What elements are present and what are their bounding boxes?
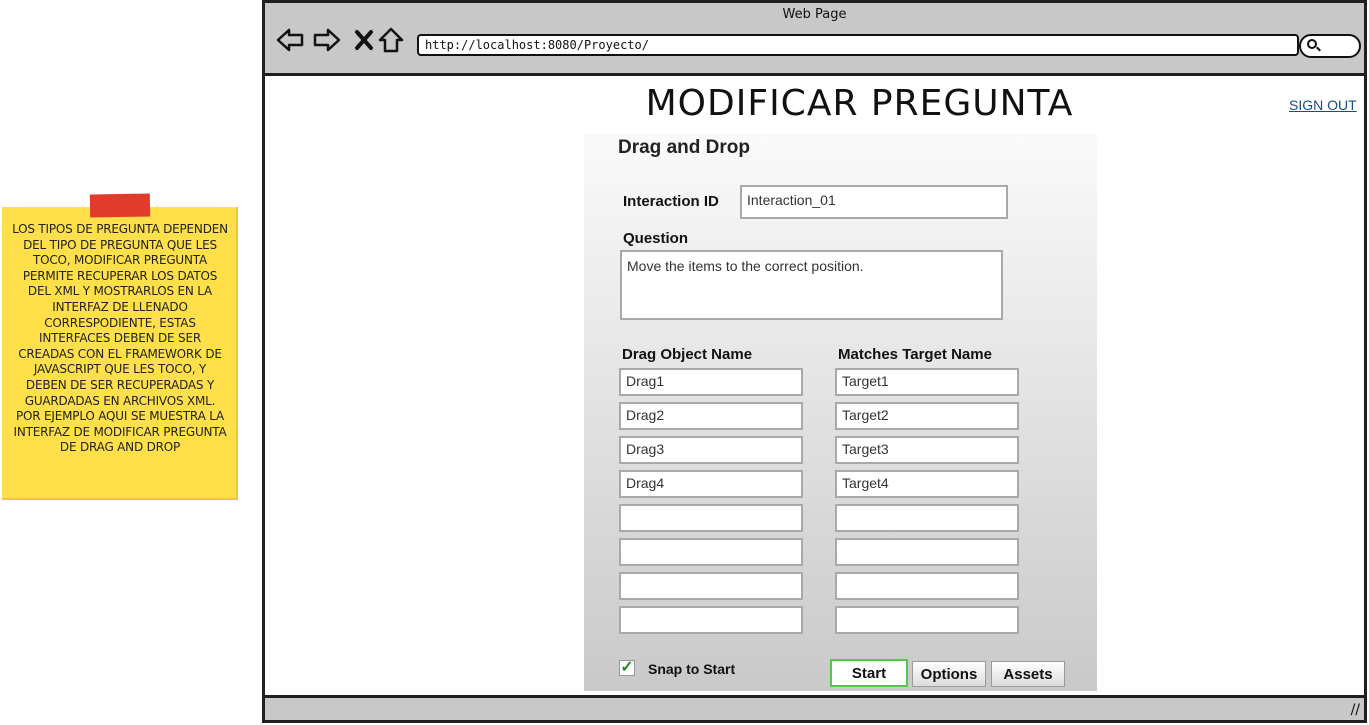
drag-object-field-7[interactable] xyxy=(619,572,803,600)
target-name-field-1[interactable]: Target1 xyxy=(835,368,1019,396)
snap-to-start-checkbox[interactable]: ✓ xyxy=(619,660,635,676)
checkmark-icon: ✓ xyxy=(620,659,634,676)
home-icon[interactable] xyxy=(376,25,406,55)
window-title: Web Page xyxy=(782,7,847,22)
browser-window: Web Page http://localhost:8080/Proyecto/… xyxy=(262,0,1367,723)
snap-to-start-label: Snap to Start xyxy=(648,661,736,677)
target-name-field-5[interactable] xyxy=(835,504,1019,532)
target-name-field-6[interactable] xyxy=(835,538,1019,566)
page-title: MODIFICAR PREGUNTA xyxy=(645,83,1074,124)
forward-arrow-icon[interactable] xyxy=(312,25,342,55)
drag-object-field-2[interactable]: Drag2 xyxy=(619,402,803,430)
tab-start[interactable]: Start xyxy=(830,659,908,687)
tab-assets[interactable]: Assets xyxy=(991,661,1065,687)
drag-drop-form: Drag and Drop Interaction ID Interaction… xyxy=(584,133,1097,691)
stop-icon[interactable] xyxy=(349,25,379,55)
form-heading: Drag and Drop xyxy=(618,137,750,158)
sticky-note-tape xyxy=(89,193,151,218)
interaction-id-label: Interaction ID xyxy=(623,193,719,210)
browser-statusbar: // xyxy=(265,695,1364,720)
target-name-field-4[interactable]: Target4 xyxy=(835,470,1019,498)
tab-options[interactable]: Options xyxy=(912,661,986,687)
target-name-field-2[interactable]: Target2 xyxy=(835,402,1019,430)
back-arrow-icon[interactable] xyxy=(275,25,305,55)
browser-search-box[interactable] xyxy=(1299,34,1361,58)
sign-out-link[interactable]: SIGN OUT xyxy=(1289,97,1357,113)
drag-object-field-4[interactable]: Drag4 xyxy=(619,470,803,498)
sticky-note-text: LOS TIPOS DE PREGUNTA DEPENDEN DEL TIPO … xyxy=(12,222,228,455)
drag-object-field-5[interactable] xyxy=(619,504,803,532)
question-field[interactable]: Move the items to the correct position. xyxy=(620,250,1003,320)
sticky-note: LOS TIPOS DE PREGUNTA DEPENDEN DEL TIPO … xyxy=(2,207,238,500)
drag-object-field-8[interactable] xyxy=(619,606,803,634)
drag-object-header: Drag Object Name xyxy=(622,346,753,363)
browser-titlebar: Web Page http://localhost:8080/Proyecto/ xyxy=(265,3,1364,76)
resize-grip-icon[interactable]: // xyxy=(1351,702,1360,718)
target-name-header: Matches Target Name xyxy=(838,346,992,363)
interaction-id-field[interactable]: Interaction_01 xyxy=(740,185,1008,219)
drag-object-field-1[interactable]: Drag1 xyxy=(619,368,803,396)
search-icon xyxy=(1307,39,1317,49)
target-name-field-8[interactable] xyxy=(835,606,1019,634)
address-bar[interactable]: http://localhost:8080/Proyecto/ xyxy=(417,34,1299,56)
question-label: Question xyxy=(623,230,689,247)
drag-object-field-6[interactable] xyxy=(619,538,803,566)
drag-object-field-3[interactable]: Drag3 xyxy=(619,436,803,464)
target-name-field-7[interactable] xyxy=(835,572,1019,600)
target-name-field-3[interactable]: Target3 xyxy=(835,436,1019,464)
